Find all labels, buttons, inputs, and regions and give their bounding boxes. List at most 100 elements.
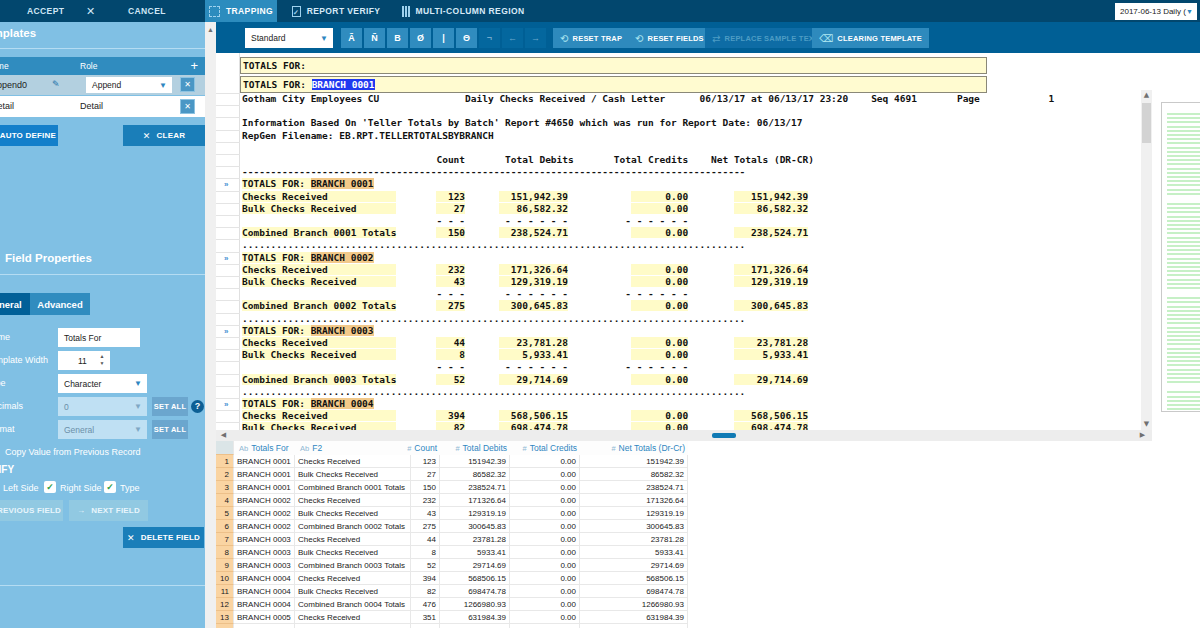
report-line[interactable]: Information Based On 'Teller Totals by B…: [242, 117, 803, 129]
tab-general[interactable]: General: [0, 293, 30, 315]
scroll-left-icon[interactable]: ◀: [218, 430, 229, 441]
scroll-right-icon[interactable]: ▶: [1137, 430, 1148, 441]
trap-char-button-disabled[interactable]: ←: [502, 28, 523, 48]
template-type-select[interactable]: Standard▼: [245, 28, 333, 48]
add-template-button[interactable]: +: [190, 58, 198, 73]
table-row[interactable]: 7BRANCH 0003Checks Received4423781.280.0…: [216, 533, 688, 546]
column-header-totals-for[interactable]: AbTotals For: [234, 441, 295, 455]
table-row[interactable]: 11BRANCH 0004Bulk Checks Received8269847…: [216, 585, 688, 598]
report-line[interactable]: Bulk Checks Received 82 698,474.78 0.00 …: [242, 422, 808, 430]
table-row[interactable]: 9BRANCH 0003Combined Branch 0003 Totals5…: [216, 559, 688, 572]
report-line[interactable]: Checks Received 232 171,326.64 0.00 171,…: [242, 264, 808, 276]
scroll-down-icon[interactable]: ▼: [1141, 419, 1152, 430]
trap-char-button-disabled[interactable]: ¬: [479, 28, 500, 48]
column-header-count[interactable]: #Count: [411, 441, 440, 455]
table-row[interactable]: 3BRANCH 0001Combined Branch 0001 Totals1…: [216, 481, 688, 494]
delete-template-icon[interactable]: ✕: [180, 77, 195, 92]
copy-value-checkbox-label[interactable]: Copy Value from Previous Record: [5, 447, 140, 457]
table-row[interactable]: 6BRANCH 0002Combined Branch 0002 Totals2…: [216, 520, 688, 533]
table-row[interactable]: 5BRANCH 0002Bulk Checks Received43129319…: [216, 507, 688, 520]
verify-right-side-checkbox[interactable]: ✓: [44, 481, 56, 493]
tab-report-verify[interactable]: ✓REPORT VERIFY: [286, 0, 386, 22]
report-line[interactable]: - - - - - - - - - - - - - - -: [242, 361, 688, 373]
table-row[interactable]: 8BRANCH 0003Bulk Checks Received85933.41…: [216, 546, 688, 559]
report-line[interactable]: Bulk Checks Received 43 129,319.19 0.00 …: [242, 276, 808, 288]
column-header-total-debits[interactable]: #Total Debits: [440, 441, 510, 455]
auto-define-button[interactable]: AUTO DEFINE: [0, 125, 58, 146]
format-select[interactable]: General▼: [58, 420, 147, 439]
trap-sample-line[interactable]: TOTALS FOR: BRANCH 0001: [240, 76, 987, 93]
trap-char-Θ-button[interactable]: Θ: [456, 28, 477, 48]
decimals-select[interactable]: 0▼: [58, 397, 147, 416]
table-row[interactable]: 13BRANCH 0005Checks Received351631984.39…: [216, 611, 688, 624]
report-line[interactable]: Checks Received 123 151,942.39 0.00 151,…: [242, 191, 808, 203]
trap-char-Ñ-button[interactable]: Ñ: [364, 28, 385, 48]
tab-advanced[interactable]: Advanced: [30, 293, 90, 315]
trap-char-button-disabled[interactable]: →: [525, 28, 546, 48]
table-horizontal-scrollbar[interactable]: ◀ ▶: [216, 430, 1152, 441]
reset-trap-button[interactable]: ⟲RESET TRAP: [553, 28, 629, 48]
report-line[interactable]: - - - - - - - - - - - - - - -: [242, 288, 688, 300]
report-line[interactable]: Checks Received 44 23,781.28 0.00 23,781…: [242, 337, 808, 349]
report-line[interactable]: Checks Received 394 568,506.15 0.00 568,…: [242, 410, 808, 422]
table-scroll-thumb[interactable]: [712, 433, 736, 438]
type-select[interactable]: Character▼: [58, 374, 147, 393]
report-line[interactable]: Count Total Debits Total Credits Net Tot…: [242, 154, 814, 166]
trap-char-Ã-button[interactable]: Ã: [341, 28, 362, 48]
template-width-stepper[interactable]: 11▲▼: [58, 351, 110, 370]
delete-template-icon[interactable]: ✕: [180, 99, 195, 114]
edit-pencil-icon[interactable]: ✎: [52, 79, 60, 89]
tab-multi-column-region[interactable]: MULTI-COLUMN REGION: [402, 0, 524, 22]
report-line[interactable]: ----------------------------------------…: [242, 166, 745, 178]
table-row[interactable]: 14BRANCH 0005Bulk Checks Received: [216, 624, 688, 628]
report-line[interactable]: ........................................…: [242, 386, 745, 398]
report-line[interactable]: RepGen Filename: EB.RPT.TELLERTOTALSBYBR…: [242, 130, 494, 142]
report-line[interactable]: TOTALS FOR: BRANCH 0004: [242, 398, 374, 410]
report-date-select[interactable]: 2017-06-13 Daily (▼: [1115, 3, 1197, 20]
sidebar-scrollbar[interactable]: ▲: [205, 22, 216, 628]
next-field-button[interactable]: →NEXT FIELD: [69, 500, 148, 521]
trap-char-B-button[interactable]: B: [387, 28, 408, 48]
reset-fields-button[interactable]: ⟲RESET FIELDS: [628, 28, 711, 48]
clear-button[interactable]: ✕CLEAR: [123, 125, 205, 146]
column-header-net-totals-dr-cr-[interactable]: #Net Totals (Dr-Cr): [580, 441, 688, 455]
cancel-button[interactable]: CANCEL: [128, 0, 166, 22]
scroll-up-icon[interactable]: ▲: [205, 24, 216, 35]
table-row[interactable]: 4BRANCH 0002Checks Received232171326.640…: [216, 494, 688, 507]
report-line[interactable]: Combined Branch 0002 Totals 275 300,645.…: [242, 300, 808, 312]
template-row-append[interactable]: Append0 ✎ Append▼ ✕: [0, 75, 205, 95]
collapse-marker-icon[interactable]: »: [224, 254, 228, 263]
replace-sample-text-button[interactable]: ⇄REPLACE SAMPLE TEXT: [705, 28, 826, 48]
clearing-template-button[interactable]: ⌫CLEARING TEMPLATE: [812, 28, 929, 48]
delete-field-button[interactable]: ✕DELETE FIELD: [123, 527, 204, 548]
report-line[interactable]: Combined Branch 0001 Totals 150 238,524.…: [242, 227, 808, 239]
tab-trapping[interactable]: TRAPPING: [205, 0, 277, 22]
report-line[interactable]: - - - - - - - - - - - - - - -: [242, 215, 688, 227]
report-line[interactable]: Bulk Checks Received 8 5,933.41 0.00 5,9…: [242, 349, 808, 361]
report-line[interactable]: Combined Branch 0003 Totals 52 29,714.69…: [242, 374, 808, 386]
trap-char-|-button[interactable]: |: [433, 28, 454, 48]
trap-template-line[interactable]: TOTALS FOR:: [240, 57, 987, 74]
report-line[interactable]: TOTALS FOR: BRANCH 0001: [242, 178, 374, 190]
table-row[interactable]: 2BRANCH 0001Bulk Checks Received2786582.…: [216, 468, 688, 481]
accept-button[interactable]: ACCEPT: [27, 0, 64, 22]
report-line[interactable]: TOTALS FOR: BRANCH 0003: [242, 325, 374, 337]
column-header-f2[interactable]: AbF2: [295, 441, 411, 455]
decimals-set-all-button[interactable]: SET ALL: [152, 397, 188, 416]
table-row[interactable]: 10BRANCH 0004Checks Received394568506.15…: [216, 572, 688, 585]
help-icon[interactable]: ?: [191, 400, 204, 413]
template-row-detail[interactable]: Detail Detail ✕: [0, 96, 205, 117]
previous-field-button[interactable]: PREVIOUS FIELD: [0, 500, 63, 521]
report-scroll-thumb[interactable]: [1142, 103, 1151, 143]
collapse-marker-icon[interactable]: »: [224, 400, 228, 409]
report-line[interactable]: ........................................…: [242, 239, 745, 251]
field-name-input[interactable]: Totals For: [58, 328, 140, 347]
page-minimap[interactable]: [1161, 102, 1200, 412]
stepper-arrows-icon[interactable]: ▲▼: [98, 353, 106, 367]
role-select-append[interactable]: Append▼: [86, 77, 172, 93]
format-set-all-button[interactable]: SET ALL: [152, 420, 188, 439]
report-line[interactable]: TOTALS FOR: BRANCH 0002: [242, 252, 374, 264]
collapse-marker-icon[interactable]: »: [224, 327, 228, 336]
table-row[interactable]: 12BRANCH 0004Combined Branch 0004 Totals…: [216, 598, 688, 611]
verify-type-checkbox[interactable]: ✓: [104, 481, 116, 493]
